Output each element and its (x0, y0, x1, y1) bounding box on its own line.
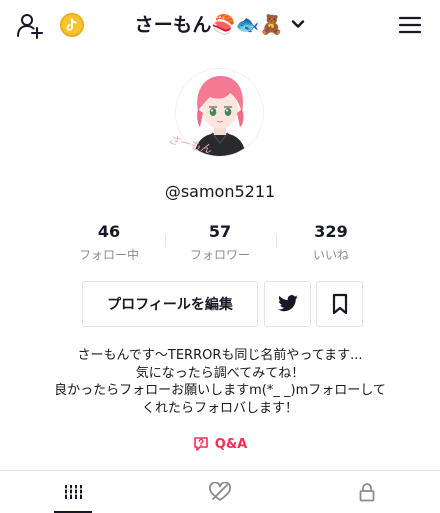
account-title: さーもん🍣🐟🧸 (134, 14, 284, 36)
grid-icon (64, 485, 82, 499)
lock-icon (359, 483, 375, 502)
tab-private[interactable] (294, 471, 440, 513)
bio: さーもんです〜TERRORも同じ名前やってます... 気になったら調べてみてね！… (0, 347, 440, 417)
stat-followers[interactable]: 57 フォロワー (165, 222, 275, 263)
stat-following-value: 46 (97, 222, 121, 241)
profile-tabs (0, 470, 440, 513)
edit-profile-button[interactable]: プロフィールを編集 (82, 281, 258, 327)
bio-line: くれたらフォロバします！ (141, 400, 298, 416)
stat-likes-label: いいね (312, 248, 349, 262)
qa-link[interactable]: Q&A (0, 436, 440, 456)
stat-following[interactable]: 46 フォロー中 (54, 222, 164, 263)
bio-line: 気になったら調べてみてね！ (135, 365, 305, 381)
username: @samon5211 (164, 182, 276, 201)
twitter-icon (277, 295, 298, 312)
hidden-heart-icon (209, 482, 231, 501)
stat-followers-label: フォロワー (189, 248, 250, 262)
chevron-down-icon (291, 19, 304, 28)
profile-stats: 46 フォロー中 57 フォロワー 329 いいね (54, 222, 386, 266)
account-switcher[interactable]: さーもん🍣🐟🧸 (0, 10, 440, 40)
bio-line: 良かったらフォローお願いしますm(*_ _)mフォローして (54, 383, 386, 398)
stat-followers-value: 57 (208, 222, 232, 241)
tab-liked[interactable] (147, 471, 293, 513)
twitter-button[interactable] (264, 281, 311, 327)
tab-videos[interactable] (0, 471, 146, 513)
stat-following-label: フォロー中 (78, 248, 139, 262)
stat-likes[interactable]: 329 いいね (276, 222, 386, 263)
favorites-button[interactable] (316, 281, 363, 327)
stat-likes-value: 329 (314, 222, 348, 241)
top-bar: さーもん🍣🐟🧸 (0, 0, 440, 52)
qa-label: Q&A (214, 436, 248, 452)
question-bubble-icon (193, 437, 208, 451)
bio-line: さーもんです〜TERRORも同じ名前やってます... (77, 348, 363, 363)
hamburger-menu-icon[interactable] (398, 15, 422, 35)
bookmark-icon (332, 293, 347, 315)
